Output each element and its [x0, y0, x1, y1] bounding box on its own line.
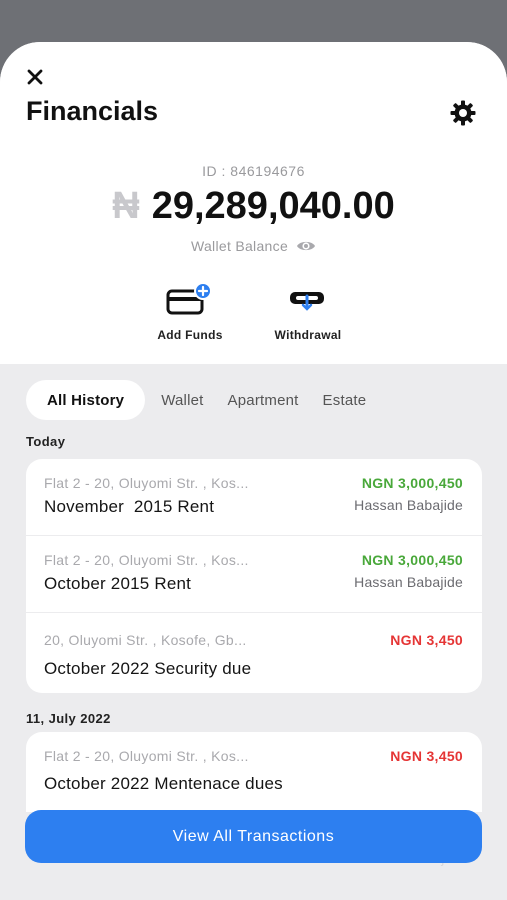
- balance-amount: 29,289,040.00: [151, 185, 395, 227]
- transaction-description: October 2022 Mentenace dues: [44, 774, 283, 793]
- transaction-row[interactable]: Flat 2 - 20, Oluyomi Str. , Kos... NGN 3…: [26, 732, 482, 812]
- tab-estate[interactable]: Estate: [311, 380, 379, 420]
- withdrawal-button[interactable]: Withdrawal: [253, 282, 363, 342]
- withdrawal-label: Withdrawal: [274, 328, 342, 342]
- wallet-actions: Add Funds Withdrawal: [0, 282, 507, 352]
- history-filter-tabs: All History Wallet Apartment Estate: [26, 380, 481, 420]
- date-header-july: 11, July 2022: [26, 711, 111, 726]
- close-icon: [27, 69, 43, 85]
- balance-label: Wallet Balance: [190, 238, 289, 254]
- tab-apartment[interactable]: Apartment: [216, 380, 311, 420]
- wallet-balance: ₦ 29,289,040.00: [0, 185, 507, 228]
- gear-icon: [450, 100, 476, 126]
- transaction-location: Flat 2 - 20, Oluyomi Str. , Kos...: [44, 748, 249, 764]
- transaction-amount: NGN 3,450: [390, 632, 463, 648]
- wallet-id: ID : 846194676: [202, 163, 305, 179]
- page-title: Financials: [26, 96, 159, 126]
- transaction-payer: Hassan Babajide: [354, 497, 463, 513]
- transaction-location: Flat 2 - 20, Oluyomi Str. , Kos...: [44, 552, 249, 568]
- transaction-amount: NGN 3,450: [390, 748, 463, 764]
- transaction-row[interactable]: 20, Oluyomi Str. , Kosofe, Gb... NGN 3,4…: [26, 613, 482, 693]
- transaction-amount: NGN 3,000,450: [361, 552, 463, 568]
- transaction-location: Flat 2 - 20, Oluyomi Str. , Kos...: [44, 475, 249, 491]
- transaction-description: October 2022 Security due: [44, 659, 252, 678]
- currency-symbol: ₦: [112, 185, 140, 227]
- tab-all-history[interactable]: All History: [26, 380, 146, 420]
- transaction-payer: Hassan Babajide: [354, 574, 463, 590]
- transaction-card-today: Flat 2 - 20, Oluyomi Str. , Kos... NGN 3…: [26, 459, 482, 693]
- add-funds-button[interactable]: Add Funds: [135, 282, 245, 342]
- transaction-description: October 2015 Rent: [44, 574, 192, 593]
- balance-label-row: Wallet Balance: [0, 238, 507, 254]
- financials-sheet: Financials ID : 846194676 ₦ 29,289,040.0…: [0, 42, 507, 900]
- transaction-card-july: Flat 2 - 20, Oluyomi Str. , Kos... NGN 3…: [26, 732, 482, 812]
- eye-icon[interactable]: [296, 239, 316, 253]
- add-card-icon: [166, 282, 212, 315]
- add-funds-label: Add Funds: [157, 328, 223, 342]
- close-button[interactable]: [22, 64, 48, 90]
- date-header-today: Today: [26, 434, 66, 449]
- tab-wallet[interactable]: Wallet: [149, 380, 215, 420]
- transaction-row[interactable]: Flat 2 - 20, Oluyomi Str. , Kos... NGN 3…: [26, 536, 482, 613]
- withdraw-icon: [290, 292, 324, 311]
- view-all-transactions-button[interactable]: View All Transactions: [25, 810, 482, 863]
- transaction-row[interactable]: Flat 2 - 20, Oluyomi Str. , Kos... NGN 3…: [26, 459, 482, 536]
- settings-button[interactable]: [447, 97, 479, 129]
- transaction-location: 20, Oluyomi Str. , Kosofe, Gb...: [44, 632, 247, 648]
- transaction-description: November 2015 Rent: [44, 497, 215, 516]
- wallet-summary: Financials ID : 846194676 ₦ 29,289,040.0…: [0, 42, 507, 364]
- transaction-amount: NGN 3,000,450: [361, 475, 463, 491]
